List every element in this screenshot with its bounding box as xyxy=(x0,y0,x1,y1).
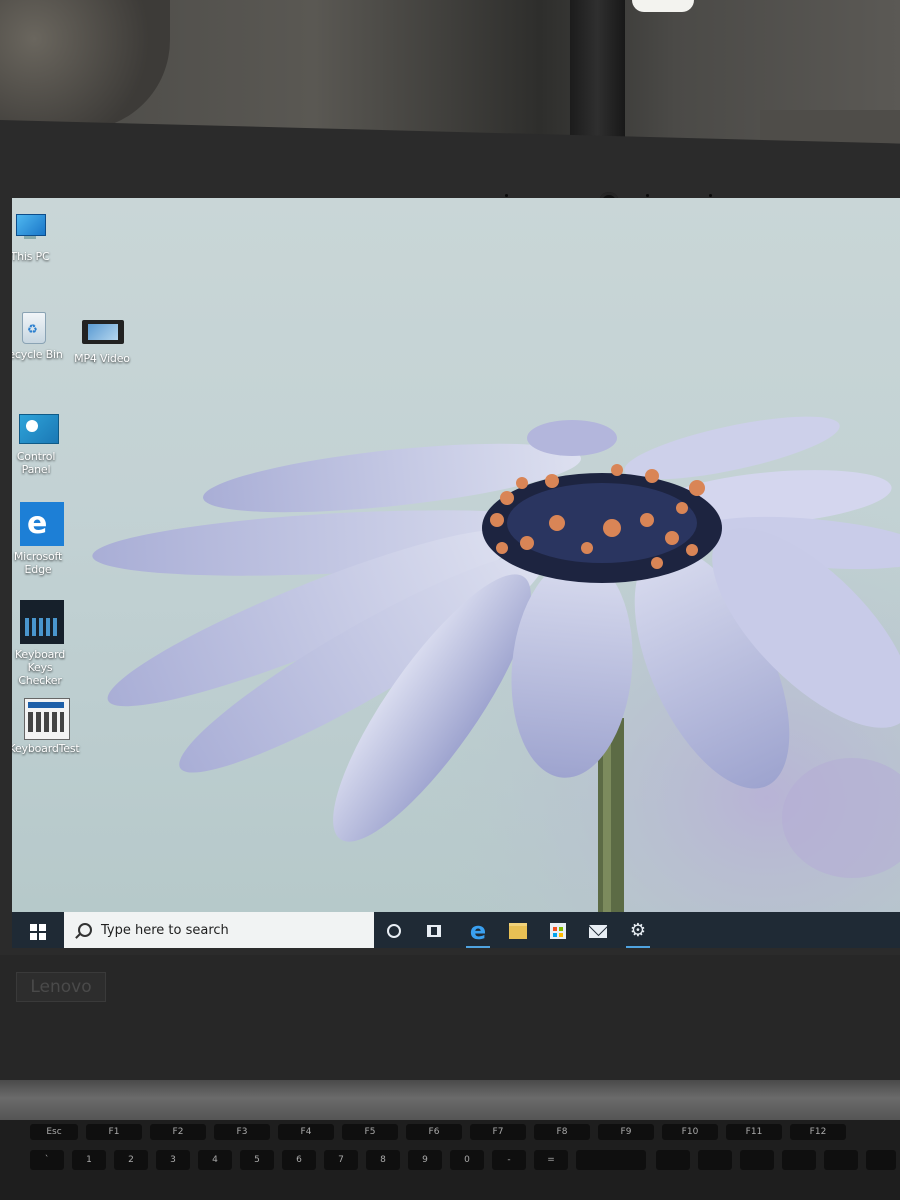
ceiling-light xyxy=(632,0,694,12)
background-arch xyxy=(0,0,170,130)
desktop-icon-keyboardtest[interactable]: KeyboardTest xyxy=(12,698,84,755)
key-f11[interactable]: F11 xyxy=(726,1124,782,1140)
sensor-dot xyxy=(505,194,508,197)
recycle-bin-icon: ♻ xyxy=(12,310,52,344)
store-bag-icon xyxy=(550,923,566,939)
key[interactable]: - xyxy=(492,1150,526,1170)
search-icon xyxy=(78,923,92,937)
windows-logo-icon xyxy=(30,924,46,940)
key[interactable]: = xyxy=(534,1150,568,1170)
key[interactable]: 8 xyxy=(366,1150,400,1170)
laptop-hinge xyxy=(0,1080,900,1125)
key[interactable] xyxy=(698,1150,732,1170)
sensor-dot xyxy=(709,194,712,197)
key-esc[interactable]: Esc xyxy=(30,1124,78,1140)
folder-icon xyxy=(509,923,527,939)
key[interactable] xyxy=(740,1150,774,1170)
desktop-icon-mp4-video[interactable]: MP4 Video xyxy=(62,314,142,365)
key[interactable] xyxy=(824,1150,858,1170)
sensor-dot xyxy=(646,194,649,197)
task-view-button[interactable] xyxy=(414,912,454,948)
key[interactable]: 3 xyxy=(156,1150,190,1170)
lenovo-logo: Lenovo xyxy=(16,972,106,1002)
start-button[interactable] xyxy=(12,912,64,948)
control-panel-icon xyxy=(16,412,59,446)
key-f10[interactable]: F10 xyxy=(662,1124,718,1140)
settings-button[interactable]: ⚙ xyxy=(618,912,658,948)
key[interactable]: 4 xyxy=(198,1150,232,1170)
desktop-icon-microsoft-edge[interactable]: e Microsoft Edge xyxy=(12,502,78,576)
search-placeholder: Type here to search xyxy=(101,923,229,938)
key[interactable]: ` xyxy=(30,1150,64,1170)
key[interactable]: 1 xyxy=(72,1150,106,1170)
key[interactable] xyxy=(866,1150,896,1170)
key-f7[interactable]: F7 xyxy=(470,1124,526,1140)
desktop-icon-keyboard-keys-checker[interactable]: Keyboard Keys Checker xyxy=(12,600,80,687)
taskbar: Type here to search e ⚙ xyxy=(12,912,900,948)
key[interactable]: 9 xyxy=(408,1150,442,1170)
key[interactable]: 6 xyxy=(282,1150,316,1170)
search-box[interactable]: Type here to search xyxy=(64,912,374,948)
key-f2[interactable]: F2 xyxy=(150,1124,206,1140)
desktop-screen: This PC ♻ Recycle Bin MP4 Video Control … xyxy=(12,198,900,948)
desktop-icon-this-pc[interactable]: This PC xyxy=(12,212,70,263)
key[interactable] xyxy=(656,1150,690,1170)
task-view-icon xyxy=(427,925,441,937)
cortana-button[interactable] xyxy=(374,912,414,948)
edge-icon: e xyxy=(18,502,64,546)
key[interactable] xyxy=(576,1150,646,1170)
store-button[interactable] xyxy=(538,912,578,948)
key-f1[interactable]: F1 xyxy=(86,1124,142,1140)
key-f4[interactable]: F4 xyxy=(278,1124,334,1140)
key-f8[interactable]: F8 xyxy=(534,1124,590,1140)
key-f9[interactable]: F9 xyxy=(598,1124,654,1140)
keyboard-test-icon xyxy=(24,698,70,740)
circle-icon xyxy=(387,924,401,938)
gear-icon: ⚙ xyxy=(629,920,647,941)
video-file-icon xyxy=(82,314,124,348)
file-explorer-button[interactable] xyxy=(498,912,538,948)
key-f12[interactable]: F12 xyxy=(790,1124,846,1140)
laptop-chin xyxy=(0,955,900,1085)
key[interactable]: 2 xyxy=(114,1150,148,1170)
keyboard: Esc F1 F2 F3 F4 F5 F6 F7 F8 F9 F10 F11 F12 ` 1 2 3 4… xyxy=(0,1120,900,1200)
key[interactable] xyxy=(782,1150,816,1170)
daisy-flower-wallpaper xyxy=(12,198,900,948)
key-f3[interactable]: F3 xyxy=(214,1124,270,1140)
desktop-icon-control-panel[interactable]: Control Panel xyxy=(12,412,76,476)
mail-icon xyxy=(589,924,607,938)
key[interactable]: 7 xyxy=(324,1150,358,1170)
key-f6[interactable]: F6 xyxy=(406,1124,462,1140)
computer-icon xyxy=(12,212,50,246)
keyboard-icon xyxy=(20,600,64,644)
mail-button[interactable] xyxy=(578,912,618,948)
key-f5[interactable]: F5 xyxy=(342,1124,398,1140)
key[interactable]: 0 xyxy=(450,1150,484,1170)
key[interactable]: 5 xyxy=(240,1150,274,1170)
taskbar-edge-button[interactable]: e xyxy=(458,912,498,948)
edge-icon: e xyxy=(469,917,487,945)
